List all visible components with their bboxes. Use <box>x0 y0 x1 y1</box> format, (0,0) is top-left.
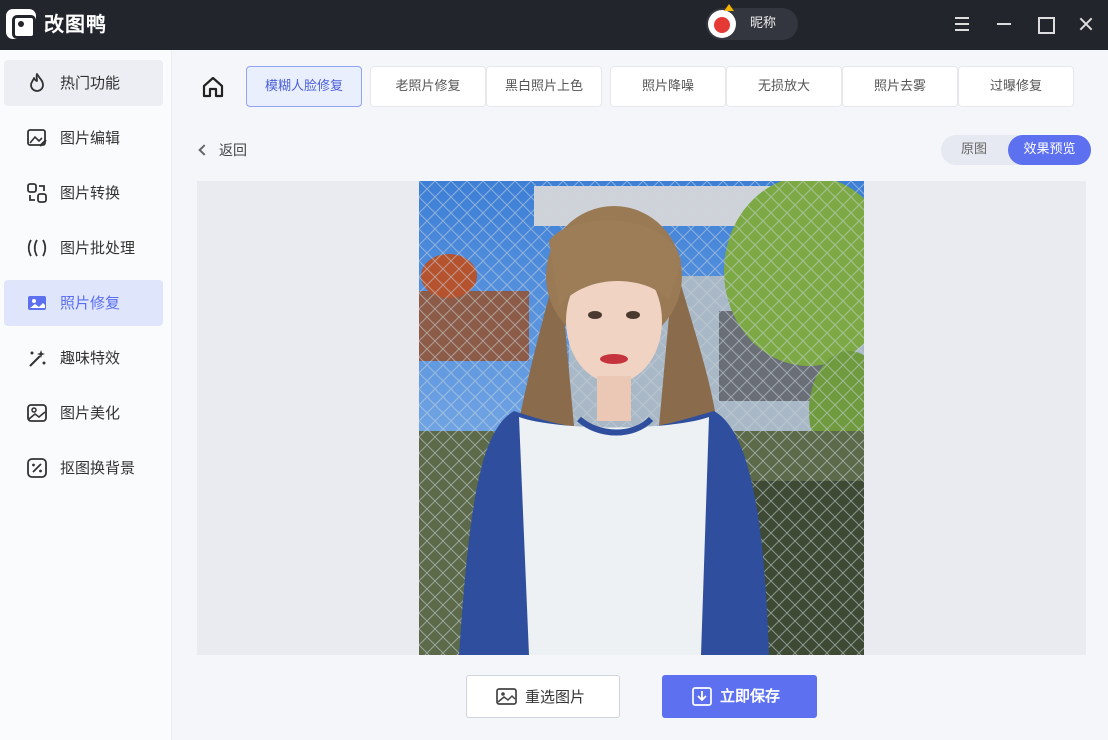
sidebar-item-label: 照片修复 <box>60 294 121 312</box>
sidebar-item-photo-repair[interactable]: 照片修复 <box>4 280 163 326</box>
sidebar-item-fun-effects[interactable]: 趣味特效 <box>4 335 163 381</box>
convert-icon <box>26 182 48 204</box>
sidebar: 热门功能 图片编辑 图片转换 图片批处理 照片修复 趣味特效 图片美化 抠图换背… <box>0 50 172 740</box>
sidebar-item-label: 抠图换背景 <box>60 459 136 477</box>
flame-icon <box>26 72 48 94</box>
sidebar-item-beautify[interactable]: 图片美化 <box>4 390 163 436</box>
tab-overexposure-repair[interactable]: 过曝修复 <box>958 66 1074 107</box>
avatar[interactable] <box>708 10 736 38</box>
sidebar-item-image-edit[interactable]: 图片编辑 <box>4 115 163 161</box>
title-bar: 改图鸭 昵称 <box>0 0 1108 50</box>
batch-icon <box>26 237 48 259</box>
tab-denoise[interactable]: 照片降噪 <box>610 66 726 107</box>
minimize-button[interactable] <box>990 10 1018 38</box>
reselect-label: 重选图片 <box>525 688 586 706</box>
image-swap-icon <box>495 686 519 708</box>
download-icon <box>690 685 714 707</box>
user-profile[interactable]: 昵称 <box>706 4 798 40</box>
sidebar-item-convert[interactable]: 图片转换 <box>4 170 163 216</box>
chevron-left-icon <box>198 144 210 156</box>
tab-old-photo-repair[interactable]: 老照片修复 <box>370 66 486 107</box>
tab-blur-face-repair[interactable]: 模糊人脸修复 <box>246 66 362 107</box>
sidebar-item-hot[interactable]: 热门功能 <box>4 60 163 106</box>
user-nickname: 昵称 <box>750 16 777 31</box>
sidebar-item-label: 图片转换 <box>60 184 121 202</box>
magic-wand-icon <box>26 347 48 369</box>
image-edit-icon <box>26 127 48 149</box>
preview-area <box>197 181 1086 655</box>
sidebar-item-label: 趣味特效 <box>60 349 121 367</box>
toggle-preview[interactable]: 效果预览 <box>1008 135 1091 165</box>
app-title: 改图鸭 <box>44 12 107 36</box>
app-logo-icon <box>6 9 36 39</box>
tab-upscale[interactable]: 无损放大 <box>726 66 842 107</box>
sidebar-item-cutout[interactable]: 抠图换背景 <box>4 445 163 491</box>
home-icon[interactable] <box>198 72 228 102</box>
photo-repair-icon <box>26 292 48 314</box>
view-toggle[interactable]: 原图 效果预览 <box>941 135 1091 165</box>
tab-dehaze[interactable]: 照片去雾 <box>842 66 958 107</box>
reselect-image-button[interactable]: 重选图片 <box>466 675 620 718</box>
crown-icon <box>724 4 734 11</box>
beautify-icon <box>26 402 48 424</box>
cutout-icon <box>26 457 48 479</box>
sidebar-item-label: 热门功能 <box>60 74 121 92</box>
maximize-button[interactable] <box>1031 10 1059 38</box>
sidebar-item-label: 图片美化 <box>60 404 121 422</box>
preview-photo <box>419 181 864 655</box>
sidebar-item-label: 图片编辑 <box>60 129 121 147</box>
sidebar-item-label: 图片批处理 <box>60 239 136 257</box>
back-label: 返回 <box>219 143 247 159</box>
save-label: 立即保存 <box>720 687 781 705</box>
sidebar-item-batch[interactable]: 图片批处理 <box>4 225 163 271</box>
save-button[interactable]: 立即保存 <box>662 675 817 718</box>
tab-colorize[interactable]: 黑白照片上色 <box>486 66 602 107</box>
close-button[interactable] <box>1072 10 1100 38</box>
toggle-original[interactable]: 原图 <box>941 135 1007 165</box>
menu-icon[interactable] <box>948 10 976 38</box>
